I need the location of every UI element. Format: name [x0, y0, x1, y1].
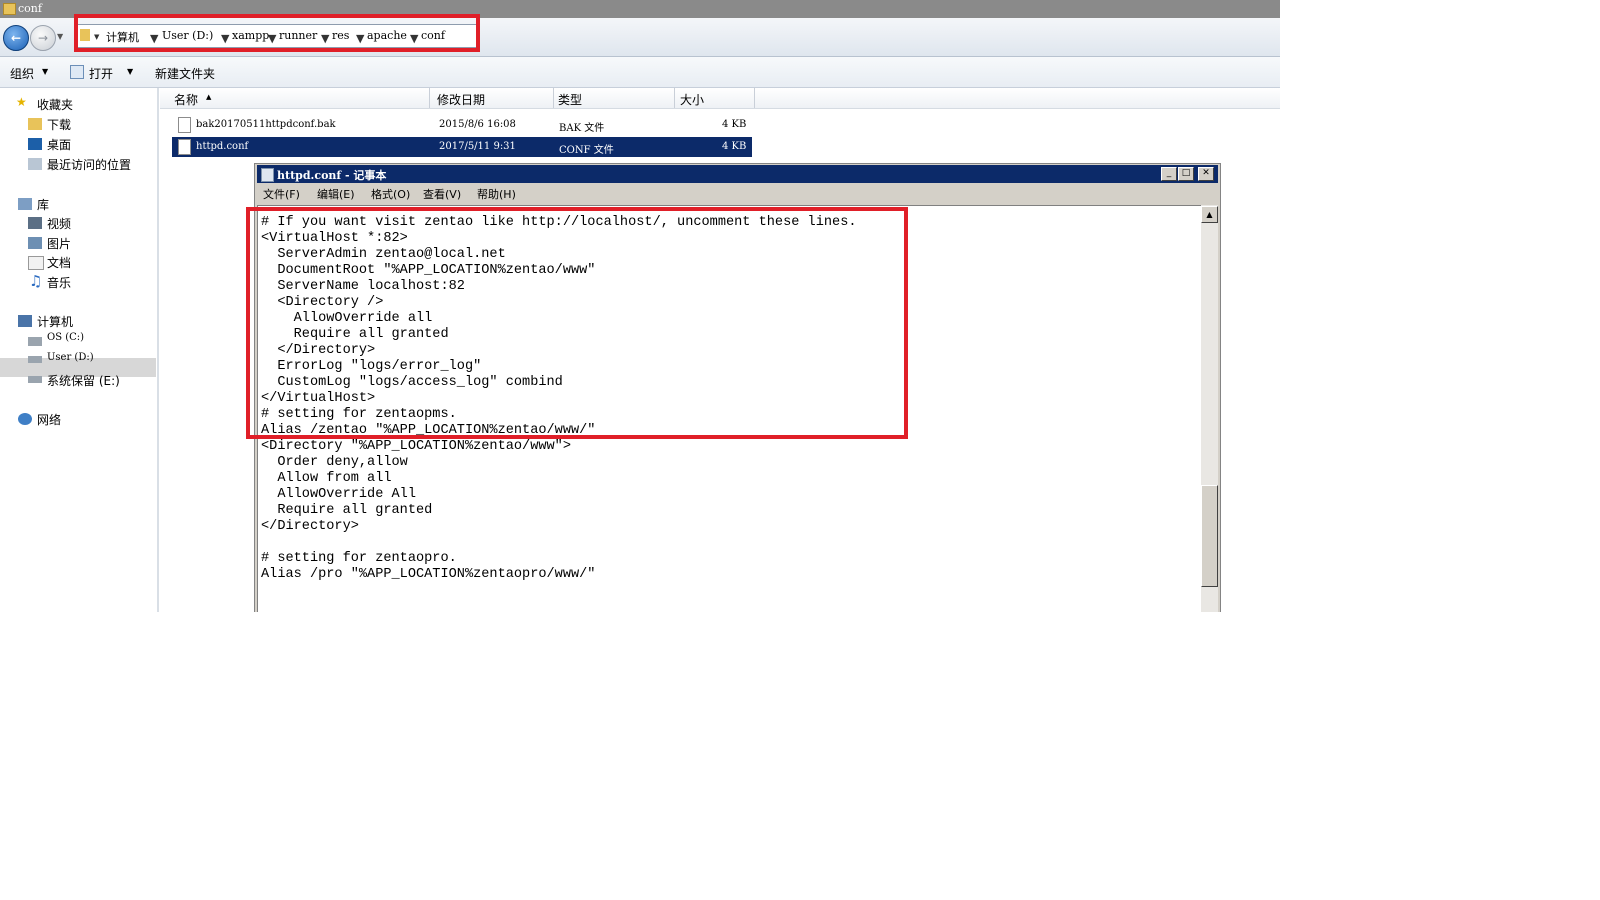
music-note-icon: ♫ — [29, 272, 43, 290]
sidebar-item-music[interactable]: 音乐 — [47, 274, 71, 291]
document-icon — [28, 256, 44, 270]
back-arrow-icon[interactable]: ← — [3, 25, 29, 51]
recent-places-icon — [28, 158, 42, 170]
drive-icon — [28, 356, 42, 363]
folder-icon — [3, 3, 16, 15]
scroll-up-icon[interactable]: ▲ — [1201, 206, 1218, 223]
file-type: BAK 文件 — [559, 123, 605, 134]
sidebar-item-drive-e[interactable]: 系统保留 (E:) — [47, 372, 120, 389]
minimize-icon[interactable]: _ — [1161, 167, 1177, 181]
sidebar-item-favorites[interactable]: 收藏夹 — [37, 96, 73, 113]
file-size: 4 KB — [722, 119, 747, 130]
sidebar-item-drive-d[interactable]: User (D:) — [47, 352, 94, 363]
vertical-scrollbar[interactable]: ▲ — [1201, 205, 1218, 612]
new-folder-button[interactable]: 新建文件夹 — [155, 65, 215, 82]
address-highlight-box — [74, 14, 480, 52]
file-row[interactable]: bak20170511httpdconf.bak 2015/8/6 16:08 … — [172, 115, 752, 135]
chevron-down-icon[interactable]: ▼ — [42, 67, 48, 76]
column-date[interactable]: 修改日期 — [437, 91, 485, 108]
drive-icon — [28, 376, 42, 383]
column-name[interactable]: 名称 — [174, 91, 198, 108]
column-type[interactable]: 类型 — [558, 91, 582, 108]
sidebar-item-videos[interactable]: 视频 — [47, 215, 71, 232]
open-button[interactable]: 打开 — [89, 65, 113, 82]
sidebar-item-network[interactable]: 网络 — [37, 411, 61, 428]
video-icon — [28, 217, 42, 229]
explorer-window: conf ← → ▼ ▼ 计算机 ▼ User (D:) ▼ xampp ▼ r… — [0, 0, 1280, 612]
command-toolbar: 组织 ▼ 打开 ▼ 新建文件夹 — [0, 57, 1280, 88]
file-name: bak20170511httpdconf.bak — [196, 119, 336, 130]
forward-arrow-icon[interactable]: → — [30, 25, 56, 51]
virtualhost-highlight-box — [246, 207, 908, 439]
sidebar-item-recent[interactable]: 最近访问的位置 — [47, 156, 131, 173]
menu-file[interactable]: 文件(F) — [263, 186, 300, 202]
sidebar-item-downloads[interactable]: 下载 — [47, 116, 71, 133]
menu-format[interactable]: 格式(O) — [371, 186, 410, 202]
file-type: CONF 文件 — [559, 145, 614, 156]
picture-icon — [28, 237, 42, 249]
window-title: conf — [18, 2, 42, 15]
menu-edit[interactable]: 编辑(E) — [317, 186, 355, 202]
drive-icon — [28, 337, 42, 346]
sidebar-item-drive-c[interactable]: OS (C:) — [47, 332, 84, 343]
scroll-thumb[interactable] — [1201, 485, 1218, 587]
maximize-icon[interactable]: □ — [1178, 167, 1194, 181]
notepad-icon — [261, 168, 274, 182]
menu-view[interactable]: 查看(V) — [423, 186, 461, 202]
close-icon[interactable]: ✕ — [1198, 167, 1214, 181]
network-icon — [18, 413, 32, 425]
file-row-selected[interactable]: httpd.conf 2017/5/11 9:31 CONF 文件 4 KB — [172, 137, 752, 157]
sidebar-item-libraries[interactable]: 库 — [37, 196, 49, 213]
sidebar-item-desktop[interactable]: 桌面 — [47, 136, 71, 153]
downloads-icon — [28, 118, 42, 130]
chevron-down-icon[interactable]: ▼ — [127, 67, 133, 76]
config-file-icon — [178, 139, 191, 155]
computer-icon — [18, 315, 32, 327]
sidebar-item-pictures[interactable]: 图片 — [47, 235, 71, 252]
sidebar-item-documents[interactable]: 文档 — [47, 254, 71, 271]
file-date: 2017/5/11 9:31 — [439, 141, 516, 152]
menu-help[interactable]: 帮助(H) — [477, 186, 516, 202]
file-size: 4 KB — [722, 141, 747, 152]
library-icon — [18, 198, 32, 210]
star-icon: ★ — [16, 95, 27, 109]
desktop-icon — [28, 138, 42, 150]
organize-button[interactable]: 组织 — [10, 65, 34, 82]
column-size[interactable]: 大小 — [680, 91, 704, 108]
navigation-pane: ★ 收藏夹 下载 桌面 最近访问的位置 库 视频 图片 文档 ♫ 音乐 计算机 … — [0, 88, 159, 612]
sort-up-icon: ▲ — [206, 93, 212, 101]
notepad-titlebar: httpd.conf - 记事本 _ □ ✕ — [257, 165, 1218, 183]
notepad-menubar: 文件(F) 编辑(E) 格式(O) 查看(V) 帮助(H) — [257, 184, 1218, 202]
history-dropdown-icon[interactable]: ▼ — [57, 32, 63, 41]
open-icon — [70, 65, 84, 79]
column-header: 名称 ▲ 修改日期 类型 大小 — [160, 88, 1280, 109]
file-name: httpd.conf — [196, 141, 249, 152]
file-date: 2015/8/6 16:08 — [439, 119, 516, 130]
file-icon — [178, 117, 191, 133]
sidebar-item-computer[interactable]: 计算机 — [37, 313, 73, 330]
notepad-title: httpd.conf - 记事本 — [277, 169, 387, 182]
